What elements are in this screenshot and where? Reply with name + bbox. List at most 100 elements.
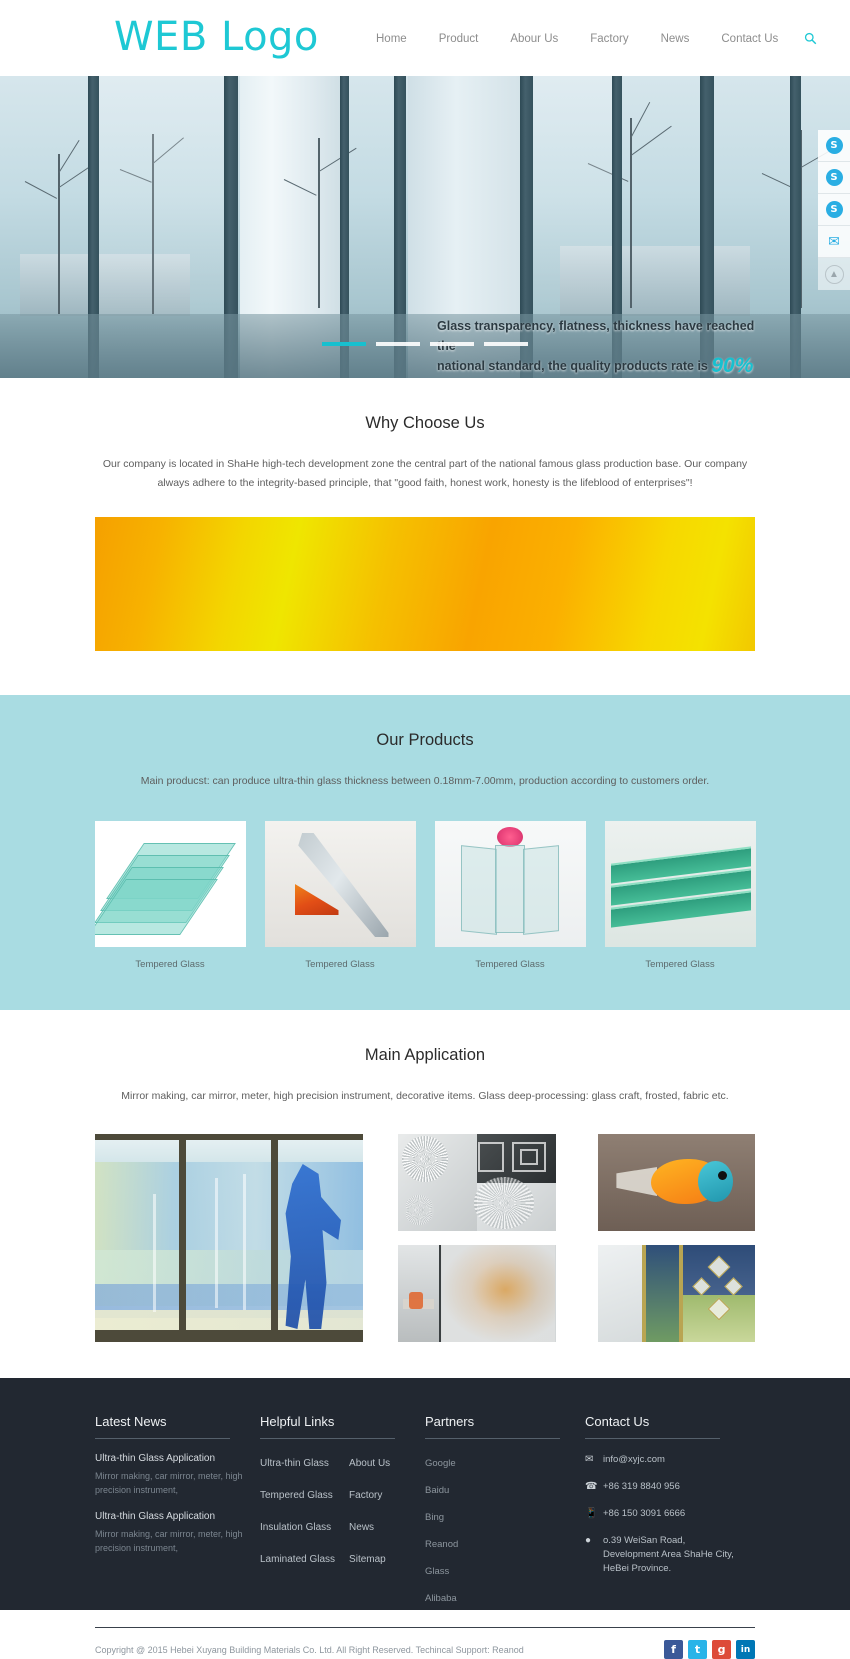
scroll-to-top-button[interactable]: ▲: [818, 258, 850, 290]
news-title: Ultra-thin Glass Application: [95, 1511, 216, 1522]
product-caption: Tempered Glass: [135, 959, 205, 970]
footer-columns: Latest News Ultra-thin Glass Application…: [95, 1414, 755, 1615]
hero-percent: 90%: [711, 354, 754, 377]
product-caption: Tempered Glass: [645, 959, 715, 970]
hero-caption: Glass transparency, flatness, thickness …: [437, 316, 755, 376]
email-button[interactable]: ✉: [818, 226, 850, 258]
nav-item-news[interactable]: News: [645, 33, 706, 45]
contact-mobile: +86 150 3091 6666: [603, 1508, 686, 1519]
helpful-links-list-1: Ultra-thin Glass Tempered Glass Insulati…: [260, 1453, 335, 1581]
footer-column-helpful-links: Helpful Links Ultra-thin Glass Tempered …: [260, 1414, 425, 1615]
facebook-icon[interactable]: f: [664, 1640, 683, 1659]
application-image-glass-fish[interactable]: [597, 1134, 755, 1231]
main-application-title: Main Application: [364, 1046, 486, 1064]
footer-heading-latest-news: Latest News: [95, 1414, 230, 1439]
linkedin-icon[interactable]: in: [736, 1640, 755, 1659]
application-image-frosted-patterns[interactable]: [398, 1134, 556, 1231]
news-item[interactable]: Ultra-thin Glass Application Mirror maki…: [95, 1453, 260, 1497]
carousel-dot-1[interactable]: [322, 342, 366, 346]
helpful-links-list-2: About Us Factory News Sitemap: [349, 1453, 390, 1581]
site-logo[interactable]: WEB Logo: [114, 14, 319, 60]
search-icon[interactable]: [804, 32, 817, 45]
contact-email: info@xyjc.com: [603, 1454, 665, 1465]
product-caption: Tempered Glass: [475, 959, 545, 970]
why-choose-us-description: Our company is located in ShaHe high-tec…: [102, 458, 748, 489]
link-sitemap[interactable]: Sitemap: [349, 1554, 386, 1565]
site-header: WEB Logo Home Product Abour Us Factory N…: [0, 0, 850, 76]
news-excerpt: Mirror making, car mirror, meter, high p…: [95, 1471, 243, 1495]
hero-caption-line2: national standard, the quality products …: [437, 359, 708, 373]
link-ultra-thin-glass[interactable]: Ultra-thin Glass: [260, 1458, 329, 1469]
main-application-description: Mirror making, car mirror, meter, high p…: [121, 1090, 729, 1102]
map-pin-icon: ●: [585, 1535, 592, 1546]
nav-item-home[interactable]: Home: [360, 33, 423, 45]
product-card[interactable]: Tempered Glass: [94, 821, 246, 970]
product-image-laminated-stack[interactable]: [604, 821, 756, 947]
link-laminated-glass[interactable]: Laminated Glass: [260, 1554, 335, 1565]
hero-caption-line1: Glass transparency, flatness, thickness …: [437, 319, 755, 353]
partner-reanod[interactable]: Reanod: [425, 1539, 458, 1550]
product-card[interactable]: Tempered Glass: [604, 821, 756, 970]
link-news[interactable]: News: [349, 1522, 374, 1533]
envelope-icon: ✉: [585, 1454, 594, 1465]
envelope-icon: ✉: [828, 233, 840, 249]
application-image-art-glass-window[interactable]: [95, 1134, 363, 1342]
link-insulation-glass[interactable]: Insulation Glass: [260, 1522, 331, 1533]
product-image-insulated-unit[interactable]: [264, 821, 416, 947]
product-image-glass-stack[interactable]: [94, 821, 246, 947]
skype-icon: S: [825, 169, 843, 186]
partner-google[interactable]: Google: [425, 1458, 456, 1469]
our-products-description: Main producst: can produce ultra-thin gl…: [140, 775, 710, 787]
footer-column-partners: Partners Google Baidu Bing Reanod Glass …: [425, 1414, 585, 1615]
partner-baidu[interactable]: Baidu: [425, 1485, 449, 1496]
twitter-icon[interactable]: t: [688, 1640, 707, 1659]
social-links: f t g in: [664, 1640, 755, 1659]
carousel-dot-4[interactable]: [484, 342, 528, 346]
flower-accent: [496, 827, 523, 847]
site-footer: Latest News Ultra-thin Glass Application…: [0, 1378, 850, 1659]
nav-item-factory[interactable]: Factory: [574, 33, 644, 45]
partner-glass[interactable]: Glass: [425, 1566, 449, 1577]
application-image-leaded-glass[interactable]: [597, 1245, 755, 1342]
skype-button-3[interactable]: S: [818, 194, 850, 226]
address-line-1: o.39 WeiSan Road,: [603, 1535, 686, 1546]
nav-item-contact-us[interactable]: Contact Us: [705, 33, 794, 45]
google-plus-icon[interactable]: g: [712, 1640, 731, 1659]
main-application-section: Main Application Mirror making, car mirr…: [0, 1010, 850, 1378]
our-products-section: Our Products Main producst: can produce …: [0, 695, 850, 1010]
partner-bing[interactable]: Bing: [425, 1512, 444, 1523]
skype-button-1[interactable]: S: [818, 130, 850, 162]
link-about-us[interactable]: About Us: [349, 1458, 390, 1469]
product-image-clear-sheets[interactable]: [434, 821, 586, 947]
nav-item-about-us[interactable]: Abour Us: [494, 33, 574, 45]
product-card[interactable]: Tempered Glass: [264, 821, 416, 970]
skype-button-2[interactable]: S: [818, 162, 850, 194]
our-products-title: Our Products: [376, 731, 474, 749]
hero-carousel[interactable]: Glass transparency, flatness, thickness …: [0, 76, 850, 378]
carousel-dot-3[interactable]: [430, 342, 474, 346]
news-item[interactable]: Ultra-thin Glass Application Mirror maki…: [95, 1511, 260, 1555]
why-choose-us-section: Why Choose Us Our company is located in …: [0, 378, 850, 695]
nav-item-product[interactable]: Product: [423, 33, 495, 45]
product-grid: Tempered Glass Tempered Glass Tempered G…: [0, 821, 850, 970]
footer-heading-contact-us: Contact Us: [585, 1414, 720, 1439]
partners-list: Google Baidu Bing Reanod Glass Alibaba: [425, 1453, 585, 1606]
contact-email-row[interactable]: ✉ info@xyjc.com: [585, 1453, 755, 1467]
partner-alibaba[interactable]: Alibaba: [425, 1593, 457, 1604]
contact-address: o.39 WeiSan Road, Development Area ShaHe…: [603, 1534, 734, 1576]
application-image-frosted-partition[interactable]: [398, 1245, 556, 1342]
why-choose-us-title: Why Choose Us: [365, 414, 485, 432]
news-excerpt: Mirror making, car mirror, meter, high p…: [95, 1529, 243, 1553]
decorative-gradient-banner: [95, 517, 755, 651]
product-card[interactable]: Tempered Glass: [434, 821, 586, 970]
skype-icon: S: [825, 137, 843, 154]
copyright-bar: Copyright @ 2015 Hebei Xuyang Building M…: [95, 1627, 755, 1659]
copyright-text: Copyright @ 2015 Hebei Xuyang Building M…: [95, 1644, 524, 1655]
product-caption: Tempered Glass: [305, 959, 375, 970]
carousel-dot-2[interactable]: [376, 342, 420, 346]
contact-phone-row: ☎ +86 319 8840 956: [585, 1480, 755, 1494]
address-line-2: Development Area ShaHe City,: [603, 1549, 734, 1560]
news-title: Ultra-thin Glass Application: [95, 1453, 216, 1464]
footer-heading-helpful-links: Helpful Links: [260, 1414, 395, 1439]
main-nav: Home Product Abour Us Factory News Conta…: [360, 32, 817, 45]
